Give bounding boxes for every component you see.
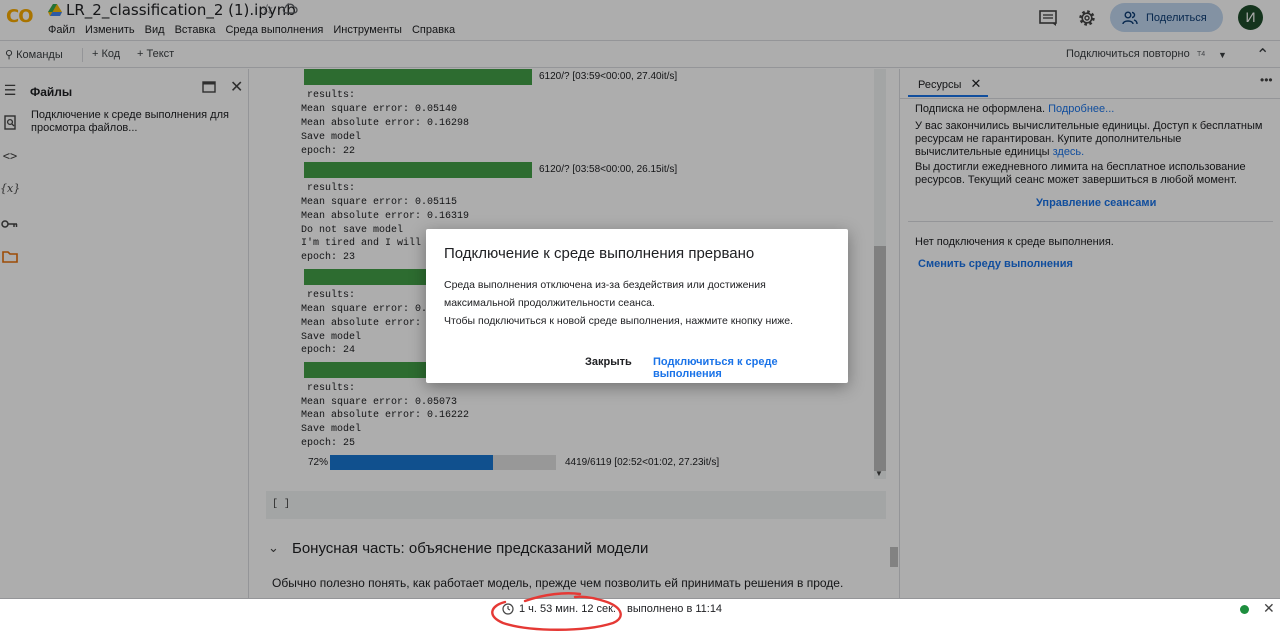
- red-annotation-circle: [491, 592, 622, 631]
- dialog-body-line: Чтобы подключиться к новой среде выполне…: [444, 315, 793, 327]
- connect-runtime-button[interactable]: Подключиться к среде выполнения: [653, 356, 848, 380]
- execution-completed-time: выполнено в 11:14: [627, 603, 723, 615]
- dialog-body-line: максимальной продолжительности сеанса.: [444, 297, 655, 309]
- status-bar: 1 ч. 53 мин. 12 сек. выполнено в 11:14 ✕: [0, 598, 1280, 619]
- close-status-icon[interactable]: ✕: [1263, 600, 1275, 617]
- dialog-title: Подключение к среде выполнения прервано: [444, 245, 755, 262]
- runtime-disconnected-dialog: Подключение к среде выполнения прервано …: [426, 229, 848, 383]
- close-button[interactable]: Закрыть: [585, 356, 632, 368]
- dialog-body-line: Среда выполнения отключена из-за бездейс…: [444, 279, 766, 291]
- connection-status-dot: [1240, 605, 1249, 614]
- dialog-body: Среда выполнения отключена из-за бездейс…: [444, 276, 834, 330]
